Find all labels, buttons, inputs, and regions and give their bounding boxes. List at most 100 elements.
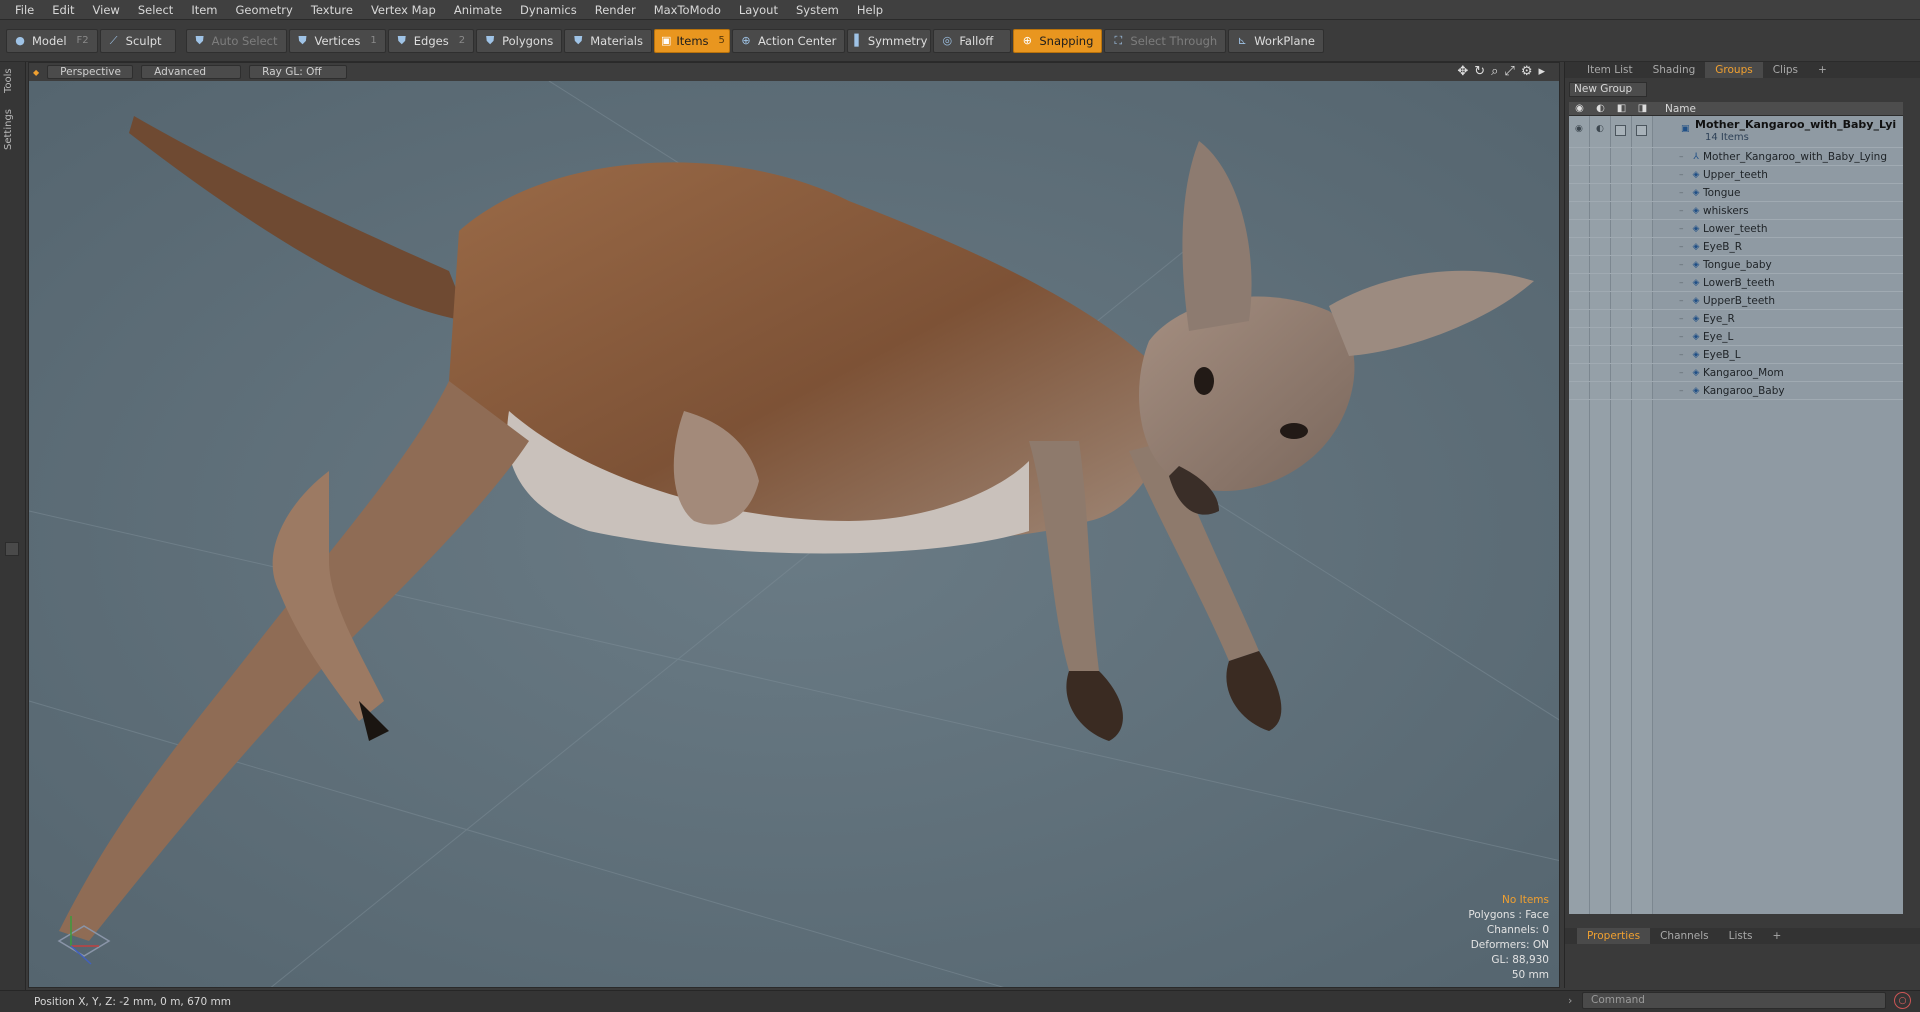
tree-branch-icon: – — [1679, 385, 1684, 396]
tab-lists[interactable]: Lists — [1719, 928, 1763, 944]
workplane-button[interactable]: ⊾ WorkPlane — [1228, 28, 1324, 53]
list-item[interactable]: – ◈ whiskers — [1569, 202, 1903, 220]
group-row[interactable]: ◉ ◐ ▣ Mother_Kangaroo_with_Baby_Lyi ... … — [1569, 116, 1903, 148]
tab-shading[interactable]: Shading — [1643, 62, 1706, 78]
list-item[interactable]: – ◈ EyeB_R — [1569, 238, 1903, 256]
list-item-label: Kangaroo_Baby — [1703, 384, 1785, 397]
list-item[interactable]: – ◈ Kangaroo_Mom — [1569, 364, 1903, 382]
tab--[interactable]: + — [1762, 928, 1791, 944]
polygons-button[interactable]: ⛊ Polygons — [476, 28, 563, 53]
shading-dropdown[interactable]: Advanced — [141, 65, 242, 79]
projection-dropdown[interactable]: Perspective — [47, 65, 134, 79]
group-list[interactable]: ◉ ◐ ▣ Mother_Kangaroo_with_Baby_Lyi ... … — [1569, 116, 1903, 914]
menu-texture[interactable]: Texture — [302, 3, 362, 17]
tab-channels[interactable]: Channels — [1650, 928, 1719, 944]
materials-button[interactable]: ⛊ Materials — [564, 28, 652, 53]
menu-dynamics[interactable]: Dynamics — [511, 3, 586, 17]
command-history-icon[interactable]: ○ — [1894, 992, 1911, 1009]
list-item[interactable]: – ◈ Upper_teeth — [1569, 166, 1903, 184]
group-lock-checkbox[interactable] — [1615, 125, 1626, 136]
edges-button[interactable]: ⛊ Edges 2 — [387, 28, 475, 53]
sculpt-button[interactable]: ⟋ Sculpt — [99, 28, 176, 53]
hud-no-items: No Items — [1502, 894, 1549, 906]
group-eye-icon[interactable]: ◉ — [1575, 124, 1583, 134]
list-item[interactable]: – ◈ UpperB_teeth — [1569, 292, 1903, 310]
gear-icon[interactable]: ⚙ — [1521, 64, 1533, 79]
list-item[interactable]: – ◈ EyeB_L — [1569, 346, 1903, 364]
main-toolbar: ● Model F2 ⟋ Sculpt ⛊ Auto Select ⛊ Vertices 1… — [0, 20, 1920, 62]
hud-channels: Channels: 0 — [1486, 924, 1549, 936]
rotate-icon[interactable]: ↻ — [1474, 64, 1485, 79]
new-group-button[interactable]: New Group — [1569, 82, 1647, 97]
lock-icon[interactable]: ◧ — [1611, 103, 1632, 114]
tab-[interactable]: + — [1808, 62, 1837, 78]
list-item-label: Kangaroo_Mom — [1703, 366, 1784, 379]
zoom-icon[interactable]: ⌕ — [1491, 64, 1498, 79]
name-column-header[interactable]: Name — [1665, 103, 1696, 115]
viewport-nav-icons: ✥ ↻ ⌕ ⤢ ⚙ ▸ — [1457, 64, 1545, 79]
action-center-button[interactable]: ⊕ Action Center — [731, 28, 846, 53]
tab-properties[interactable]: Properties — [1577, 928, 1651, 944]
menu-system[interactable]: System — [787, 3, 848, 17]
falloff-button[interactable]: ◎ Falloff — [933, 28, 1012, 53]
maximize-icon[interactable]: ⤢ — [1504, 64, 1514, 79]
select-through-button[interactable]: ⛶ Select Through — [1104, 28, 1227, 53]
mesh-icon: ◈ — [1692, 295, 1700, 306]
tree-branch-icon: – — [1679, 241, 1684, 252]
left-tool-tabs: Tools Settings — [0, 62, 26, 990]
tree-branch-icon: – — [1679, 367, 1684, 378]
tree-branch-icon: – — [1679, 313, 1684, 324]
command-input[interactable]: Command — [1582, 992, 1886, 1009]
menu-item[interactable]: Item — [182, 3, 226, 17]
model-button[interactable]: ● Model F2 — [6, 28, 98, 53]
menu-layout[interactable]: Layout — [730, 3, 787, 17]
tab-item-list[interactable]: Item List — [1577, 62, 1643, 78]
auto-select-button[interactable]: ⛊ Auto Select — [185, 28, 287, 53]
menu-geometry[interactable]: Geometry — [227, 3, 302, 17]
list-item[interactable]: – ◈ Lower_teeth — [1569, 220, 1903, 238]
hud-deformers: Deformers: ON — [1470, 939, 1549, 951]
menu-view[interactable]: View — [84, 3, 129, 17]
list-item[interactable]: – ◈ LowerB_teeth — [1569, 274, 1903, 292]
list-item[interactable]: – ◈ Tongue_baby — [1569, 256, 1903, 274]
menu-select[interactable]: Select — [129, 3, 182, 17]
tab-settings[interactable]: Settings — [3, 106, 21, 152]
expand-arrow-icon[interactable]: ▸ — [1538, 64, 1545, 79]
vertex-shield-icon: ⛊ — [298, 33, 307, 47]
menu-file[interactable]: File — [6, 3, 43, 17]
panel-collapse-handle[interactable] — [5, 542, 19, 556]
symmetry-button[interactable]: ▌ Symmetry — [847, 28, 932, 53]
menu-help[interactable]: Help — [848, 3, 892, 17]
group-select-checkbox[interactable] — [1636, 125, 1647, 136]
select-icon[interactable]: ◨ — [1632, 103, 1653, 114]
viewport-menu-icon[interactable]: ◆ — [33, 68, 39, 77]
list-item-label: Tongue_baby — [1703, 258, 1772, 271]
viewport-header: ◆ Perspective Advanced Ray GL: Off ✥ ↻ ⌕… — [29, 63, 1559, 81]
menu-vertex-map[interactable]: Vertex Map — [362, 3, 445, 17]
tab-tools[interactable]: Tools — [3, 66, 21, 96]
list-item[interactable]: – ◈ Eye_R — [1569, 310, 1903, 328]
snapping-button[interactable]: ⊕ Snapping — [1013, 28, 1103, 53]
list-item[interactable]: – ◈ Eye_L — [1569, 328, 1903, 346]
menu-animate[interactable]: Animate — [445, 3, 511, 17]
shield-icon: ⛊ — [195, 33, 204, 47]
list-item-label: Eye_R — [1703, 312, 1735, 325]
vertices-button[interactable]: ⛊ Vertices 1 — [288, 28, 386, 53]
raygl-dropdown[interactable]: Ray GL: Off — [249, 65, 348, 79]
menu-maxtomodo[interactable]: MaxToModo — [645, 3, 730, 17]
menu-edit[interactable]: Edit — [43, 3, 83, 17]
pan-icon[interactable]: ✥ — [1457, 64, 1468, 79]
items-button[interactable]: ▣ Items 5 — [653, 28, 730, 53]
3d-viewport[interactable]: ◆ Perspective Advanced Ray GL: Off ✥ ↻ ⌕… — [28, 62, 1560, 988]
list-item-label: Tongue — [1703, 186, 1741, 199]
visibility-eye-icon[interactable]: ◉ — [1569, 103, 1590, 114]
render-icon[interactable]: ◐ — [1590, 103, 1611, 114]
viewport-scene[interactable] — [29, 81, 1560, 988]
tab-clips[interactable]: Clips — [1763, 62, 1808, 78]
list-item[interactable]: – ◈ Kangaroo_Baby — [1569, 382, 1903, 400]
menu-render[interactable]: Render — [586, 3, 645, 17]
tab-groups[interactable]: Groups — [1705, 62, 1763, 78]
group-render-icon[interactable]: ◐ — [1596, 124, 1604, 134]
list-item[interactable]: – ◈ Tongue — [1569, 184, 1903, 202]
list-item[interactable]: – ⅄ Mother_Kangaroo_with_Baby_Lying — [1569, 148, 1903, 166]
